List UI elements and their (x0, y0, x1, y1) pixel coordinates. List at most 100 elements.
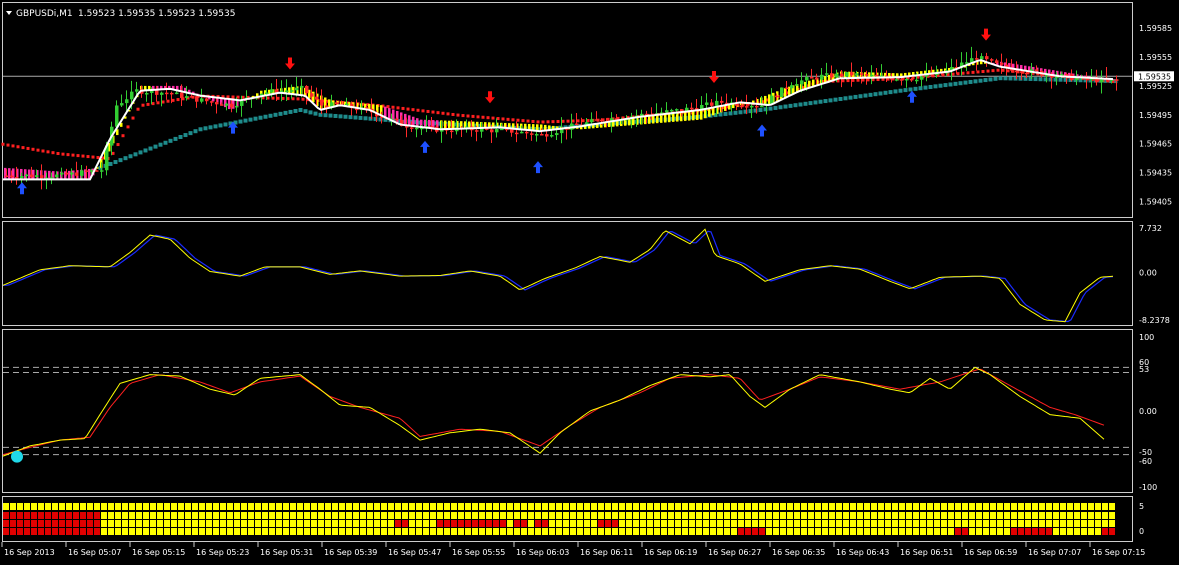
heatmap-cell (409, 520, 415, 527)
heatmap-cell (479, 528, 485, 535)
teal-ma-segment (963, 80, 968, 85)
heatmap-cell (619, 512, 625, 519)
heatmap-cell (913, 520, 919, 527)
trading-chart[interactable]: GBPUSDi,M1 1.59523 1.59535 1.59523 1.595… (0, 0, 1179, 565)
candle-body (220, 104, 224, 106)
heatmap-cell (570, 528, 576, 535)
teal-ma-segment (283, 110, 288, 115)
heatmap-cell (507, 503, 513, 510)
heatmap-cell (1011, 520, 1017, 527)
red-ma-dot (551, 120, 555, 124)
heatmap-cell (150, 512, 156, 519)
heatmap-cell (906, 528, 912, 535)
heatmap-cell (808, 503, 814, 510)
heatmap-cell (325, 520, 331, 527)
heatmap-cell (885, 503, 891, 510)
teal-ma-segment (793, 103, 798, 108)
red-ma-dot (441, 111, 445, 115)
candle-body (295, 87, 299, 91)
heatmap-cell (941, 528, 947, 535)
heatmap-cell (318, 512, 324, 519)
heatmap-cell (626, 528, 632, 535)
heatmap-cell (346, 512, 352, 519)
heatmap-cell (906, 520, 912, 527)
heatmap-cell (542, 512, 548, 519)
heatmap-cell (808, 512, 814, 519)
candle-body (910, 78, 914, 81)
heatmap-cell (1081, 503, 1087, 510)
price-axis[interactable]: 1.59585 1.59555 1.59525 1.59495 1.59465 … (1139, 24, 1172, 206)
red-ma-dot (131, 116, 135, 120)
histogram-bar (708, 108, 711, 117)
heatmap-cell (381, 503, 387, 510)
heatmap-cell (1088, 503, 1094, 510)
heatmap-cell (654, 528, 660, 535)
teal-ma-segment (298, 108, 303, 112)
time-tick-label: 16 Sep 2013 (4, 548, 55, 557)
heatmap-cell (745, 528, 751, 535)
heatmap-cell (1039, 503, 1045, 510)
heatmap-cell (815, 512, 821, 519)
heatmap-cell (507, 520, 513, 527)
heatmap-cell (612, 503, 618, 510)
heatmap-cell (850, 503, 856, 510)
candle-body (75, 172, 79, 176)
heatmap-cell (367, 503, 373, 510)
candle-body (800, 80, 804, 85)
teal-ma-segment (778, 105, 783, 110)
main-price-pane[interactable] (2, 2, 1133, 218)
oscillator-pane-2[interactable] (2, 329, 1133, 493)
candle-body (215, 102, 219, 105)
candle-body (320, 99, 324, 106)
heatmap-cell (682, 528, 688, 535)
heatmap-cell (1088, 528, 1094, 535)
time-axis[interactable]: 16 Sep 2013 16 Sep 05:07 16 Sep 05:15 16 Se… (1, 542, 1145, 557)
heatmap-cell (234, 520, 240, 527)
heatmap-cell (255, 512, 261, 519)
heatmap-cell (934, 520, 940, 527)
heatmap-cell (661, 512, 667, 519)
oscillator1-axis[interactable]: 7.732 0.00 -8.2378 (1139, 224, 1170, 325)
heatmap-cell (843, 528, 849, 535)
heatmap-cell (920, 520, 926, 527)
heatmap-cell (878, 528, 884, 535)
heatmap-cell (1025, 503, 1031, 510)
heatmap-cell (381, 520, 387, 527)
heatmap-cell (87, 503, 93, 510)
candle-body (820, 74, 824, 80)
oscillator-pane-1[interactable] (2, 221, 1133, 326)
candle-body (225, 103, 229, 106)
red-ma-dot (31, 147, 35, 151)
heatmap-cell (192, 512, 198, 519)
teal-ma-segment (1038, 77, 1043, 82)
heatmap-cell (640, 528, 646, 535)
red-ma-dot (121, 134, 125, 138)
heatmap-cell (241, 520, 247, 527)
heatmap-cell (689, 520, 695, 527)
red-ma-dot (16, 145, 20, 149)
teal-ma-segment (983, 78, 988, 83)
heatmap-cell (871, 528, 877, 535)
teal-ma-segment (888, 90, 893, 95)
heatmap-cell (584, 503, 590, 510)
heatmap-cell (157, 503, 163, 510)
heatmap-cell (1067, 512, 1073, 519)
histogram-bar (684, 111, 687, 121)
heatmap-cell (185, 512, 191, 519)
heatmap-cell (668, 512, 674, 519)
heatmap-cell (661, 520, 667, 527)
heatmap-cell (766, 503, 772, 510)
oscillator2-axis[interactable]: 100 60 53 0.00 -50 -60 -100 (1139, 333, 1157, 492)
heatmap-cell (395, 512, 401, 519)
candle-body (515, 132, 519, 135)
heatmap-cell (199, 503, 205, 510)
teal-ma-segment (268, 113, 273, 118)
heatmap-cell (220, 512, 226, 519)
heatmap-cell (997, 512, 1003, 519)
candle-body (1015, 70, 1019, 73)
candle-body (230, 103, 234, 108)
heatmap-cell (675, 503, 681, 510)
heatmap-cell (885, 528, 891, 535)
teal-ma-segment (343, 114, 348, 119)
heatmap-axis[interactable]: 5 0 (1139, 502, 1144, 536)
